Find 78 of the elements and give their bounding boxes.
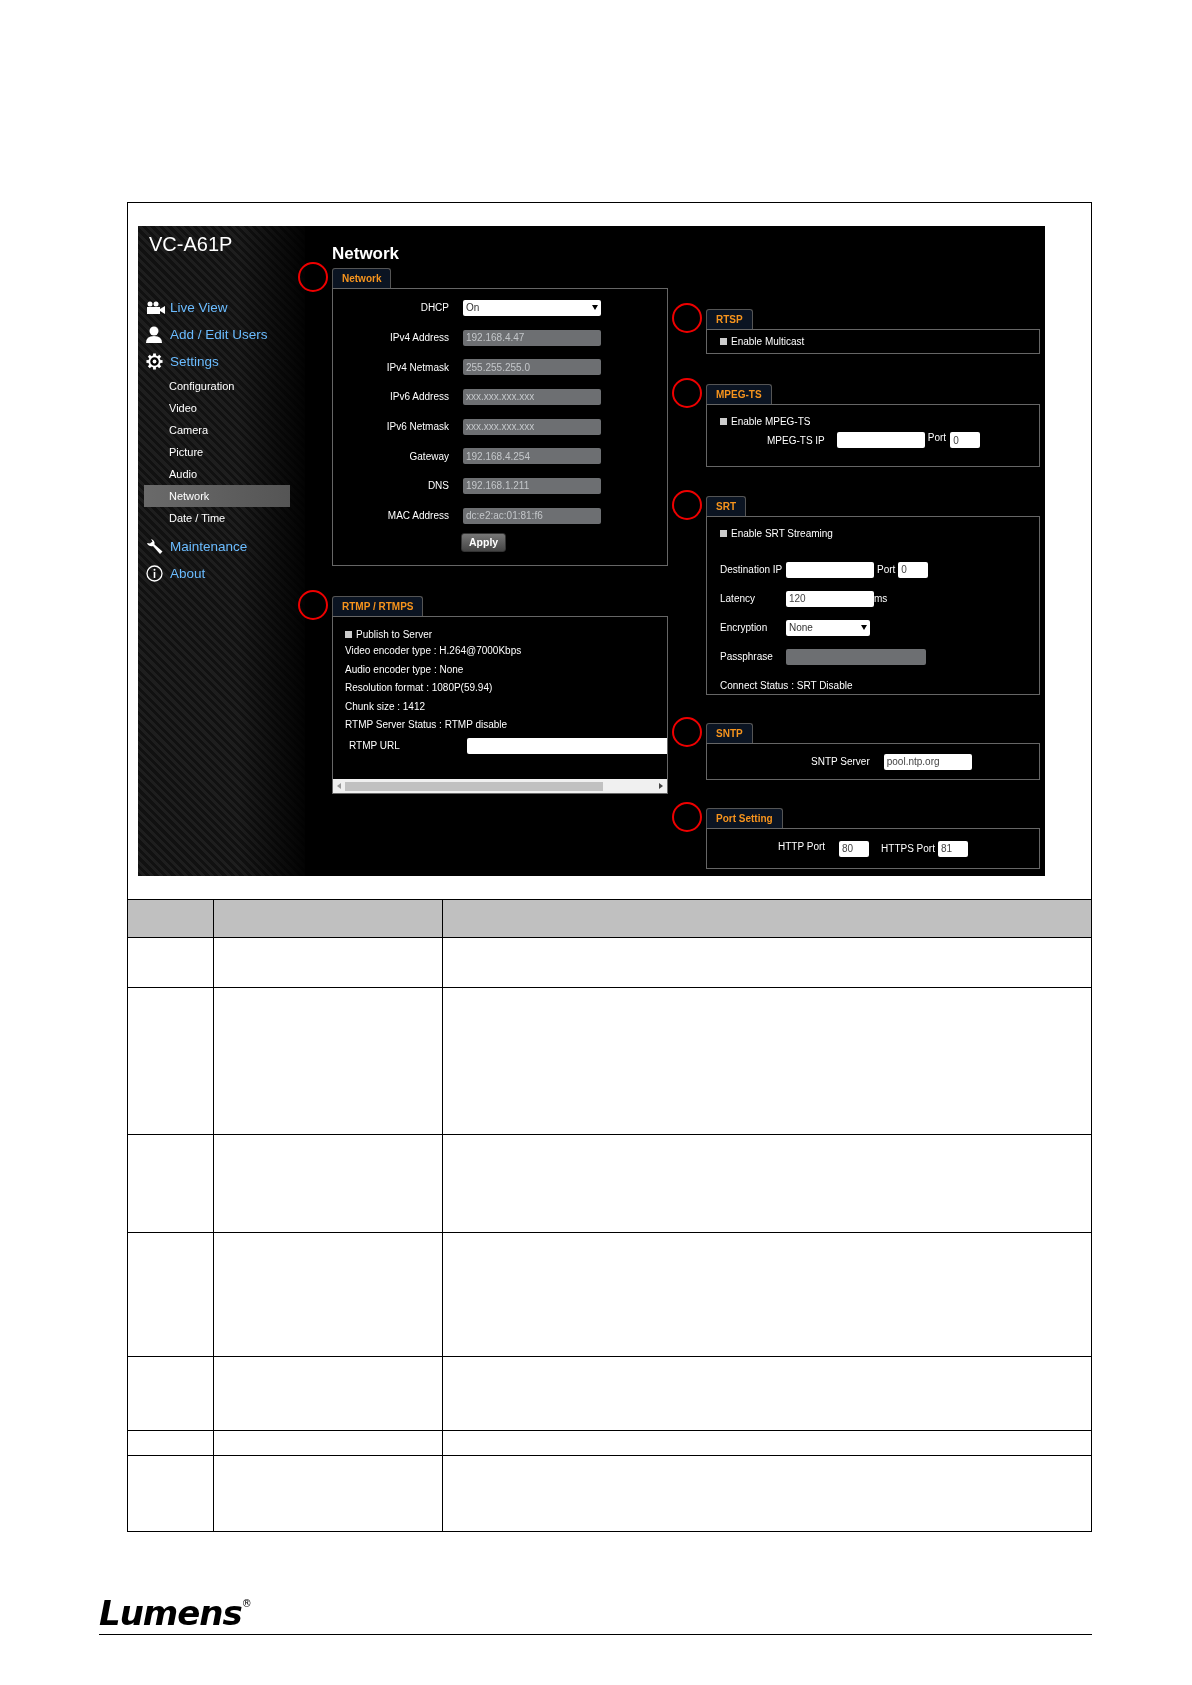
field-label: DNS (426, 480, 449, 492)
field-label: Passphrase (720, 651, 774, 662)
panel-tab[interactable]: MPEG-TS (706, 384, 772, 404)
sidebar-item[interactable]: Maintenance (138, 533, 305, 560)
panel-tab[interactable]: Port Setting (706, 808, 783, 828)
user-icon (146, 326, 162, 343)
status-text: RTMP Server Status : RTMP disable (345, 718, 509, 732)
field-label: Latency (720, 593, 757, 604)
checkbox-label: Publish to Server (356, 628, 433, 640)
field-label: DHCP (419, 302, 449, 314)
field-label: RTMP URL (348, 740, 401, 751)
checkbox[interactable] (720, 417, 727, 425)
field-label: Encryption (720, 622, 769, 633)
field-label: SNTP Server (811, 756, 870, 767)
sidebar-item[interactable]: About (138, 560, 305, 587)
unit-label: ms (874, 593, 888, 604)
sidebar-item[interactable]: Camera (144, 419, 290, 441)
field-label: IPv4 Netmask (385, 361, 449, 373)
port-field[interactable]: 0 (950, 432, 981, 448)
port-field[interactable]: 0 (898, 561, 929, 578)
url-field[interactable] (467, 737, 667, 754)
field-label: HTTPS Port (881, 843, 935, 854)
checkbox-label: Enable Multicast (731, 336, 805, 347)
status-text: Resolution format : 1080P(59.94) (345, 681, 494, 695)
sidebar-item[interactable]: Settings (138, 348, 305, 375)
sidebar-item[interactable]: Configuration (144, 375, 290, 397)
field-label: Port (877, 564, 896, 575)
field-label: MAC Address (386, 510, 449, 522)
sidebar-item[interactable]: Live View (138, 294, 305, 321)
panel-tab[interactable]: Network (332, 268, 392, 288)
scroll-right-icon[interactable] (659, 783, 663, 789)
server-field[interactable]: pool.ntp.org (883, 753, 972, 770)
status-text: Audio encoder type : None (345, 662, 465, 677)
field-label: MPEG-TS IP (767, 434, 825, 446)
status-text: Video encoder type : H.264@7000Kbps (345, 644, 523, 658)
passphrase-field[interactable] (786, 648, 926, 665)
field-label: HTTP Port (778, 840, 826, 852)
sidebar-item[interactable]: Audio (144, 463, 290, 485)
field-label: Port (927, 432, 947, 443)
device-title: VC-A61P (148, 232, 234, 256)
field-label: Destination IP (720, 564, 784, 575)
port-field[interactable]: 81 (937, 840, 968, 857)
panel-tab[interactable]: RTMP / RTMPS (332, 596, 424, 616)
port-field[interactable]: 80 (839, 840, 870, 857)
settings-icon (146, 353, 163, 370)
field-label: IPv6 Address (389, 391, 449, 403)
dropdown[interactable]: None (786, 619, 870, 636)
status-text: Connect Status : SRT Disable (720, 680, 853, 691)
camera-icon (146, 300, 166, 315)
checkbox-label: Enable SRT Streaming (731, 527, 833, 539)
checkbox[interactable] (720, 338, 727, 345)
horizontal-scrollbar[interactable] (333, 779, 667, 793)
sidebar-item[interactable]: Picture (144, 441, 290, 463)
status-text: Chunk size : 1412 (345, 699, 427, 714)
checkbox-label: Enable MPEG-TS (731, 415, 811, 427)
dropdown[interactable]: On (463, 299, 601, 316)
page-heading: Network (332, 244, 401, 265)
info-icon (146, 565, 163, 582)
field-label: IPv6 Netmask (385, 421, 449, 433)
caret-icon (592, 305, 598, 311)
sidebar-item[interactable]: Network (144, 485, 290, 507)
apply-button[interactable]: Apply (461, 532, 507, 552)
brand-logo: Lumens$^{®}$ (99, 1592, 251, 1630)
sidebar-item[interactable]: Add / Edit Users (138, 321, 305, 348)
checkbox[interactable] (345, 630, 352, 638)
panel-tab[interactable]: SRT (706, 496, 746, 516)
field-label: Gateway (408, 450, 449, 462)
caret-icon (861, 625, 867, 630)
ip-field[interactable] (786, 561, 874, 578)
sidebar-item[interactable]: Video (144, 397, 290, 419)
checkbox[interactable] (720, 529, 727, 537)
ip-field[interactable] (836, 432, 925, 448)
wrench-icon (146, 538, 163, 555)
sidebar-item[interactable]: Date / Time (144, 507, 290, 529)
latency-field[interactable]: 120 (786, 590, 874, 607)
panel-tab[interactable]: RTSP (706, 309, 753, 329)
panel-tab[interactable]: SNTP (706, 723, 753, 743)
field-label: IPv4 Address (389, 332, 449, 344)
